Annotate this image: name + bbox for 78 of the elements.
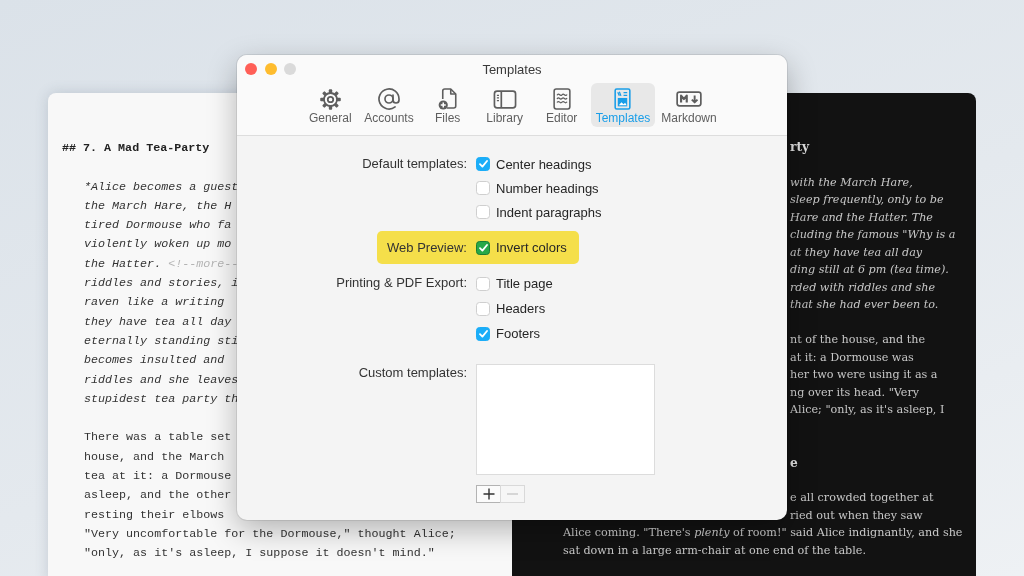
window-title: Templates [482, 61, 542, 77]
preview-heading: rty [790, 139, 810, 156]
preview-text-line: that she had ever been to. [790, 297, 939, 313]
close-button[interactable] [245, 63, 257, 75]
toolbar-tab[interactable]: Library [476, 83, 533, 127]
zoom-button[interactable] [284, 63, 296, 75]
markdown-line: raven like a writing [84, 294, 225, 312]
gear-icon [319, 88, 341, 110]
preview-text-line: Hare and the Hatter. The [790, 209, 933, 226]
markdown-line: stupidest tea party th [84, 390, 239, 408]
checkmark-icon [478, 329, 488, 338]
markdown-line: tired Dormouse who fa [84, 217, 232, 235]
checkbox-label[interactable]: Title page [496, 276, 553, 291]
markdown-line: "Very uncomfortable for the Dormouse," thought Alice; [84, 525, 456, 543]
preview-text-line: ding still at 6 pm (tea time). [790, 262, 949, 278]
checkbox[interactable] [476, 240, 490, 255]
preview-text-line: at it: a Dormouse was [790, 349, 914, 366]
checkbox-label[interactable]: Invert colors [496, 240, 567, 255]
preview-text-line: at they have tea all day [790, 244, 923, 261]
document-lines-icon [552, 88, 571, 110]
checkbox[interactable] [476, 326, 490, 341]
toolbar-tab[interactable]: Editor [533, 83, 590, 127]
preview-text-line: with the March Hare, [790, 174, 913, 191]
checkbox-label[interactable]: Headers [496, 301, 546, 316]
sidebar-icon [492, 89, 517, 109]
checkbox-label[interactable]: Footers [496, 326, 541, 341]
markdown-line: the March Hare, the H [84, 197, 232, 215]
document-image-icon [614, 88, 632, 110]
minus-icon [507, 493, 518, 495]
markdown-line: riddles and she leaves [84, 371, 239, 389]
toolbar-tab[interactable]: General [302, 83, 359, 127]
html-comment: <!--more-- [168, 255, 239, 273]
preview-text-line: her two were using it as a [790, 367, 938, 383]
preview-text-line: rded with riddles and she [790, 279, 936, 296]
markdown-line: tea at it: a Dormouse [84, 468, 232, 486]
plus-icon [482, 488, 495, 500]
section-label: Web Preview: [387, 238, 467, 257]
preview-text-line: Alice coming. "There's plenty of room!" said Alice indignantly, and she [563, 525, 963, 541]
markdown-icon [676, 91, 702, 107]
preview-text-line: Alice; "only, as it's asleep, I [790, 402, 945, 418]
preview-text-line: ried out when they saw [790, 507, 923, 524]
at-sign-icon [377, 88, 400, 110]
checkbox-label[interactable]: Number headings [496, 180, 599, 196]
preview-text-line: e all crowded together at [790, 490, 934, 506]
preview-text-line: sat down in a large arm-chair at one end of the table. [563, 542, 866, 559]
preview-text-line: ng over its head. "Very [790, 384, 920, 401]
checkmark-icon [478, 243, 488, 252]
minimize-button[interactable] [264, 63, 277, 75]
section-label: Default templates: [362, 155, 467, 173]
toolbar-tab[interactable]: Markdown [656, 83, 722, 127]
markdown-line: There was a table set [84, 429, 232, 447]
markdown-line: house, and the March [84, 448, 225, 466]
markdown-line: *Alice becomes a guest [84, 178, 239, 196]
markdown-line: becomes insulted and [84, 352, 225, 370]
file-plus-icon [438, 88, 458, 110]
section-label: Printing & PDF Export: [336, 274, 467, 292]
markdown-line: "only, as it's asleep, I suppose it doesn't mind." [84, 545, 435, 563]
checkbox-label[interactable]: Center headings [496, 156, 592, 172]
markdown-heading: ## 7. A Mad Tea-Party [62, 140, 210, 157]
checkmark-icon [478, 160, 488, 168]
preview-text-line: sleep frequently, only to be [790, 192, 944, 208]
markdown-line: they have tea all day [84, 313, 232, 331]
preview-heading: e [790, 454, 798, 472]
markdown-line: riddles and stories, i [84, 275, 239, 293]
checkbox-label[interactable]: Indent paragraphs [496, 204, 602, 220]
checkbox[interactable] [476, 157, 490, 171]
markdown-line: asleep, and the other [84, 487, 232, 505]
toolbar-tab[interactable]: Accounts [359, 83, 419, 127]
markdown-line: eternally standing sti [84, 332, 239, 350]
markdown-line: resting their elbows [84, 506, 225, 524]
template-list[interactable] [476, 364, 655, 475]
markdown-line: the Hatter. [84, 255, 162, 273]
add-button[interactable] [476, 485, 501, 503]
toolbar-tab[interactable]: Files [419, 83, 476, 127]
markdown-line: violently woken up mo [84, 236, 232, 254]
section-label: Custom templates: [358, 364, 467, 382]
preview-text-line: nt of the house, and the [790, 332, 926, 348]
preview-text-line: cluding the famous "Why is a [790, 227, 956, 243]
